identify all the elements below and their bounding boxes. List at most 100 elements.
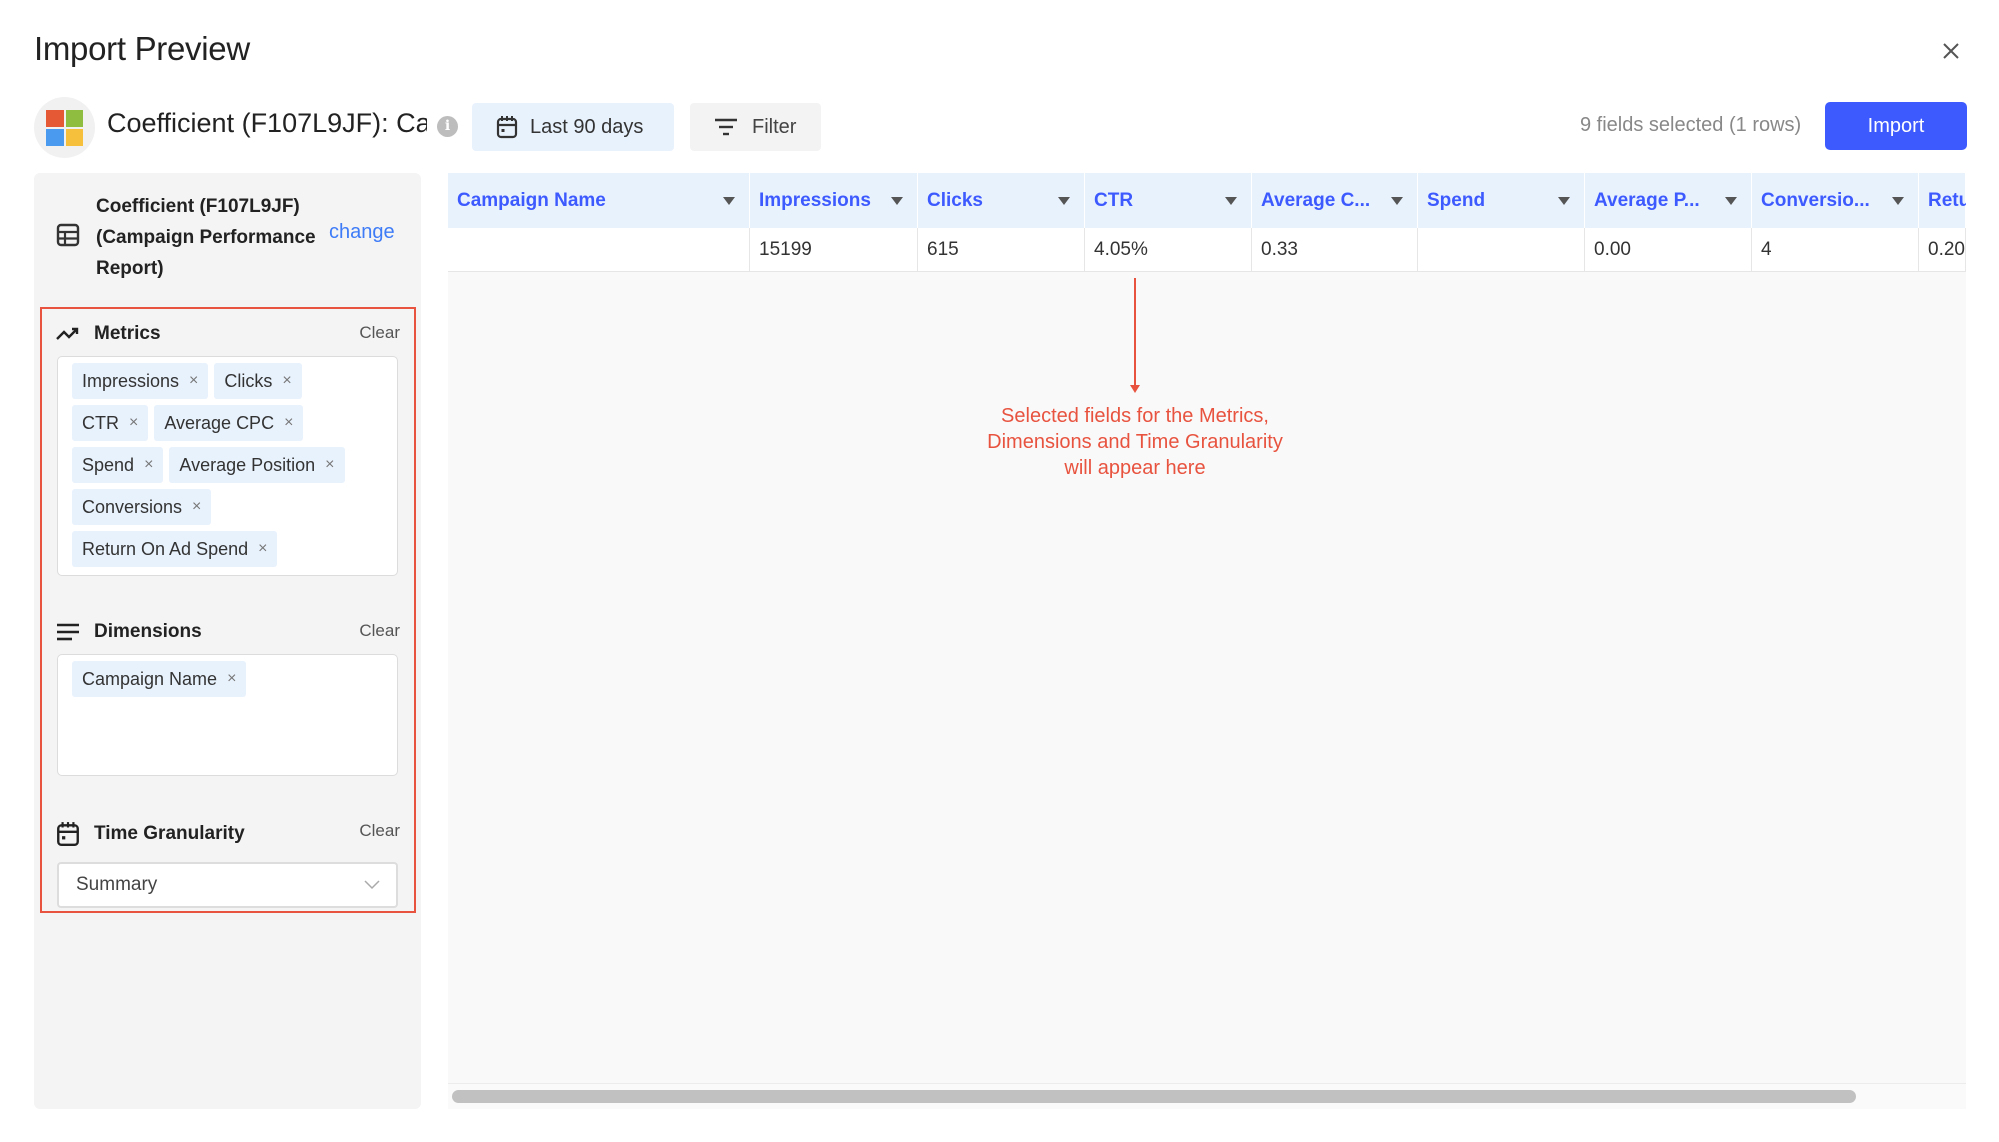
table-row: 15199 615 4.05% 0.33 0.00 4 0.20: [448, 228, 1966, 272]
sort-caret-icon[interactable]: [1058, 197, 1070, 205]
time-granularity-header: Time Granularity: [56, 821, 245, 847]
metrics-tag-box[interactable]: Impressions × Clicks × CTR × Average CPC × Spend…: [57, 356, 398, 576]
metric-tag: Average CPC ×: [154, 405, 304, 441]
highlight-box: Metrics Clear Impressions × Clicks × CTR × Ave…: [40, 307, 416, 913]
sort-caret-icon[interactable]: [1225, 197, 1237, 205]
table-cell: 4.05%: [1085, 228, 1252, 272]
column-header[interactable]: Clicks: [918, 173, 1085, 228]
column-header-label: Campaign Name: [457, 189, 606, 211]
table-cell: 615: [918, 228, 1085, 272]
time-granularity-clear-button[interactable]: Clear: [359, 821, 400, 841]
column-header[interactable]: Average P...: [1585, 173, 1752, 228]
tag-label: Average CPC: [164, 412, 275, 433]
list-icon: [57, 623, 79, 641]
change-source-link[interactable]: change: [329, 221, 395, 244]
calendar-icon: [57, 822, 79, 847]
column-header-label: CTR: [1094, 189, 1134, 211]
tag-label: Conversions: [82, 496, 183, 517]
sort-caret-icon[interactable]: [891, 197, 903, 205]
source-title: Coefficient (F107L9JF): Campaign Perform…: [107, 108, 427, 138]
table-cell: [448, 228, 750, 272]
metric-tag: Impressions ×: [72, 363, 209, 399]
metric-tag: Clicks ×: [214, 363, 302, 399]
table-cell: 15199: [750, 228, 918, 272]
annotation-arrow: [1134, 278, 1136, 388]
column-header-label: Impressions: [759, 189, 871, 211]
sort-caret-icon[interactable]: [1725, 197, 1737, 205]
filter-label: Filter: [752, 115, 797, 138]
sort-caret-icon[interactable]: [1892, 197, 1904, 205]
metrics-label: Metrics: [94, 323, 161, 344]
trending-up-icon: [56, 327, 79, 340]
remove-tag-icon[interactable]: ×: [129, 414, 138, 432]
column-header[interactable]: Impressions: [750, 173, 918, 228]
tag-label: Return On Ad Spend: [82, 538, 249, 559]
column-header[interactable]: CTR: [1085, 173, 1252, 228]
time-granularity-select[interactable]: Summary: [57, 862, 398, 908]
column-header-label: Spend: [1427, 189, 1486, 211]
table-icon: [56, 223, 80, 247]
table-cell: 0.20: [1919, 228, 1966, 272]
dimensions-label: Dimensions: [94, 621, 202, 642]
close-button[interactable]: [1936, 36, 1966, 66]
table-header-row: Campaign Name Impressions Clicks CTR Average…: [448, 173, 1966, 228]
column-header[interactable]: Conversio...: [1752, 173, 1919, 228]
sort-caret-icon[interactable]: [1558, 197, 1570, 205]
tag-label: Spend: [82, 454, 135, 475]
metric-tag: Spend ×: [72, 447, 164, 483]
chevron-down-icon: [364, 880, 380, 890]
time-granularity-label: Time Granularity: [94, 823, 245, 844]
remove-tag-icon[interactable]: ×: [258, 540, 267, 558]
sort-caret-icon[interactable]: [1391, 197, 1403, 205]
table-cell: 4: [1752, 228, 1919, 272]
scrollbar-thumb[interactable]: [452, 1090, 1856, 1103]
remove-tag-icon[interactable]: ×: [325, 456, 334, 474]
metric-tag: CTR ×: [72, 405, 149, 441]
dimension-tag: Campaign Name ×: [72, 661, 247, 697]
filter-button[interactable]: Filter: [690, 103, 821, 151]
annotation-arrowhead-icon: [1130, 385, 1140, 393]
remove-tag-icon[interactable]: ×: [284, 414, 293, 432]
filter-icon: [715, 118, 737, 136]
metrics-header: Metrics: [56, 323, 161, 345]
column-header[interactable]: Average C...: [1252, 173, 1418, 228]
dimensions-tag-box[interactable]: Campaign Name ×: [57, 654, 398, 776]
time-granularity-value: Summary: [76, 874, 158, 895]
remove-tag-icon[interactable]: ×: [282, 372, 291, 390]
preview-table: Campaign Name Impressions Clicks CTR Average…: [448, 173, 1966, 1109]
metric-tag: Return On Ad Spend ×: [72, 531, 278, 567]
column-header-label: Conversio...: [1761, 189, 1870, 211]
field-selection-panel: Coefficient (F107L9JF) (Campaign Perform…: [34, 173, 421, 1109]
metric-tag: Average Position ×: [169, 447, 345, 483]
close-icon: [1943, 43, 1959, 59]
table-cell: 0.00: [1585, 228, 1752, 272]
sort-caret-icon[interactable]: [723, 197, 735, 205]
column-header-label: Average C...: [1261, 189, 1371, 211]
calendar-icon: [496, 116, 518, 139]
tag-label: Clicks: [224, 370, 273, 391]
table-cell: 0.33: [1252, 228, 1418, 272]
horizontal-scrollbar[interactable]: [448, 1083, 1966, 1109]
source-name: Coefficient (F107L9JF) (Campaign Perform…: [96, 196, 316, 279]
info-icon[interactable]: i: [437, 116, 458, 137]
import-button[interactable]: Import: [1825, 102, 1967, 150]
microsoft-logo-icon: [46, 110, 83, 146]
tag-label: Impressions: [82, 370, 180, 391]
table-cell: [1418, 228, 1585, 272]
date-range-button[interactable]: Last 90 days: [472, 103, 674, 151]
column-header-label: Retu: [1928, 189, 1966, 211]
column-header[interactable]: Campaign Name: [448, 173, 750, 228]
source-logo: [34, 97, 95, 158]
column-header[interactable]: Spend: [1418, 173, 1585, 228]
tag-label: Average Position: [179, 454, 316, 475]
column-header-label: Clicks: [927, 189, 983, 211]
metrics-clear-button[interactable]: Clear: [359, 323, 400, 343]
tag-label: CTR: [82, 412, 119, 433]
dimensions-clear-button[interactable]: Clear: [359, 621, 400, 641]
fields-selected-count: 9 fields selected (1 rows): [1580, 114, 1802, 136]
remove-tag-icon[interactable]: ×: [227, 670, 236, 688]
column-header[interactable]: Retu: [1919, 173, 1966, 228]
remove-tag-icon[interactable]: ×: [189, 372, 198, 390]
remove-tag-icon[interactable]: ×: [192, 498, 201, 516]
remove-tag-icon[interactable]: ×: [144, 456, 153, 474]
